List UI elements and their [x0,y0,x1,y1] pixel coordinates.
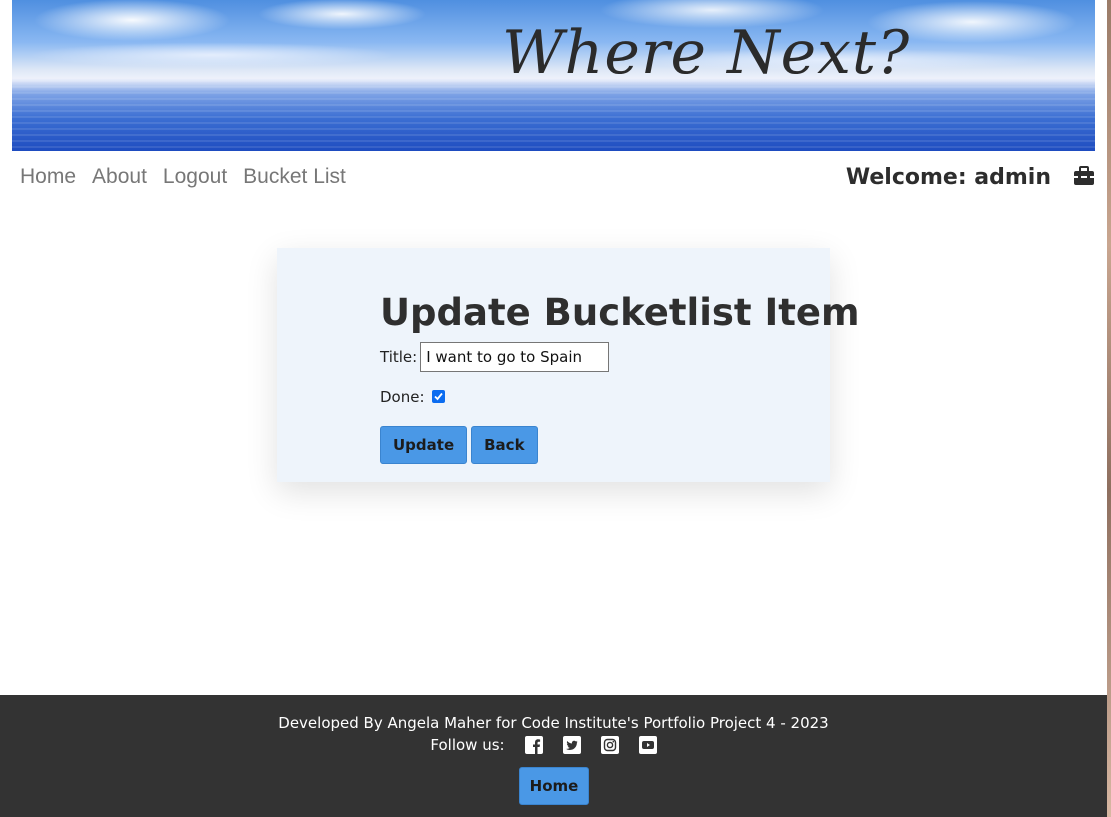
done-checkbox[interactable] [431,389,445,403]
site-footer: Developed By Angela Maher for Code Insti… [0,695,1107,817]
twitter-icon[interactable] [562,736,581,754]
footer-credit: Developed By Angela Maher for Code Insti… [278,714,829,732]
update-form-card: Update Bucketlist Item Title: Done: Upda… [277,248,860,482]
follow-label: Follow us: [430,736,505,754]
nav-bucket-list-link[interactable]: Bucket List [243,165,346,189]
toolbox-icon[interactable] [1073,166,1095,186]
facebook-icon[interactable] [524,736,543,754]
nav-home-link[interactable]: Home [20,165,76,189]
check-icon [433,392,443,400]
instagram-icon[interactable] [600,736,619,754]
footer-home-button[interactable]: Home [519,767,589,805]
nav-about-link[interactable]: About [92,165,147,189]
update-button[interactable]: Update [380,426,468,464]
form-heading: Update Bucketlist Item [380,291,860,334]
title-row: Title: [380,342,820,372]
nav-logout-link[interactable]: Logout [163,165,227,189]
form-actions: Update Back [380,426,820,464]
page: Where Next? Home About Logout Bucket Lis… [0,0,1111,817]
window-edge [1107,0,1111,817]
hero-banner: Where Next? [12,0,1095,151]
title-label: Title: [380,348,418,366]
done-label: Done: [380,388,425,406]
done-row: Done: [380,386,820,408]
back-button[interactable]: Back [471,426,538,464]
title-input[interactable] [420,342,610,372]
social-links: Follow us: [0,736,1107,754]
youtube-icon[interactable] [638,736,657,754]
main-nav: Home About Logout Bucket List [20,160,346,194]
welcome-text: Welcome: admin [845,164,1051,190]
site-title: Where Next? [502,18,911,88]
